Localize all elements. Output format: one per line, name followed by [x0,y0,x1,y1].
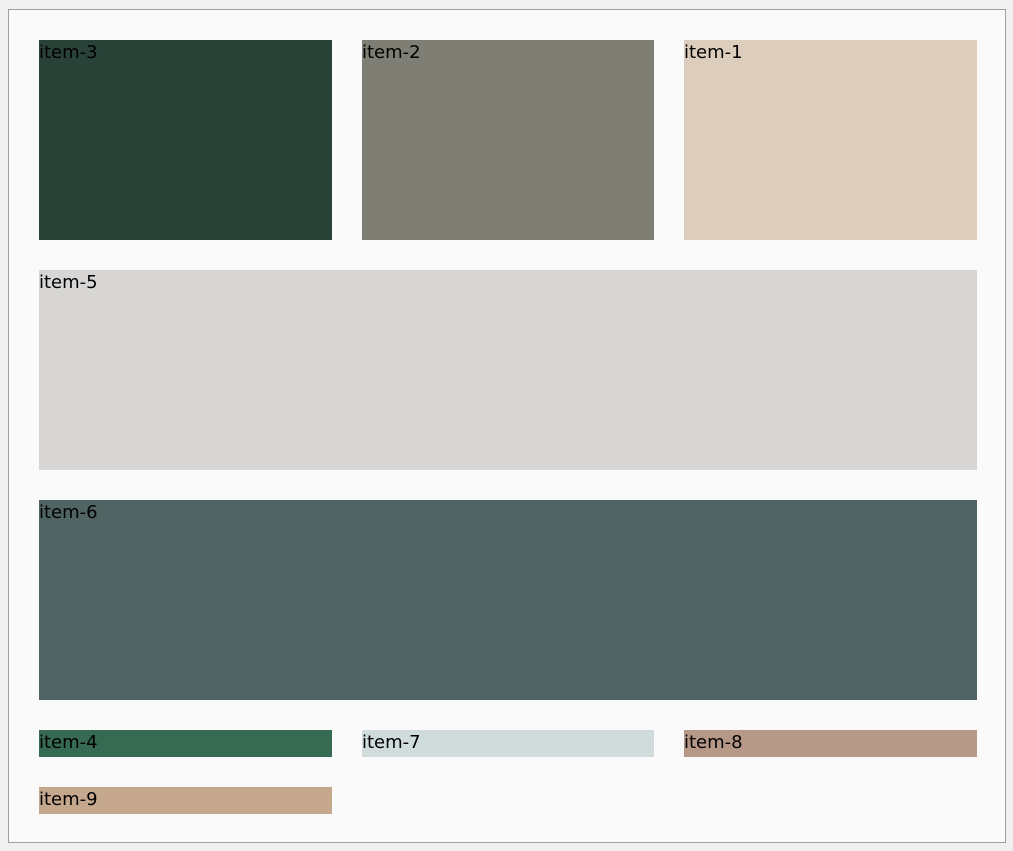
grid-item-7: item-7 [362,730,654,757]
grid-item-9: item-9 [39,787,332,814]
grid-item-6: item-6 [39,500,977,700]
grid-item-2: item-2 [362,40,654,240]
grid-item-4: item-4 [39,730,332,757]
grid-container: item-3 item-2 item-1 item-5 item-6 item-… [8,9,1006,843]
grid-item-5: item-5 [39,270,977,470]
grid-item-1: item-1 [684,40,977,240]
grid-item-3: item-3 [39,40,332,240]
grid-item-8: item-8 [684,730,977,757]
